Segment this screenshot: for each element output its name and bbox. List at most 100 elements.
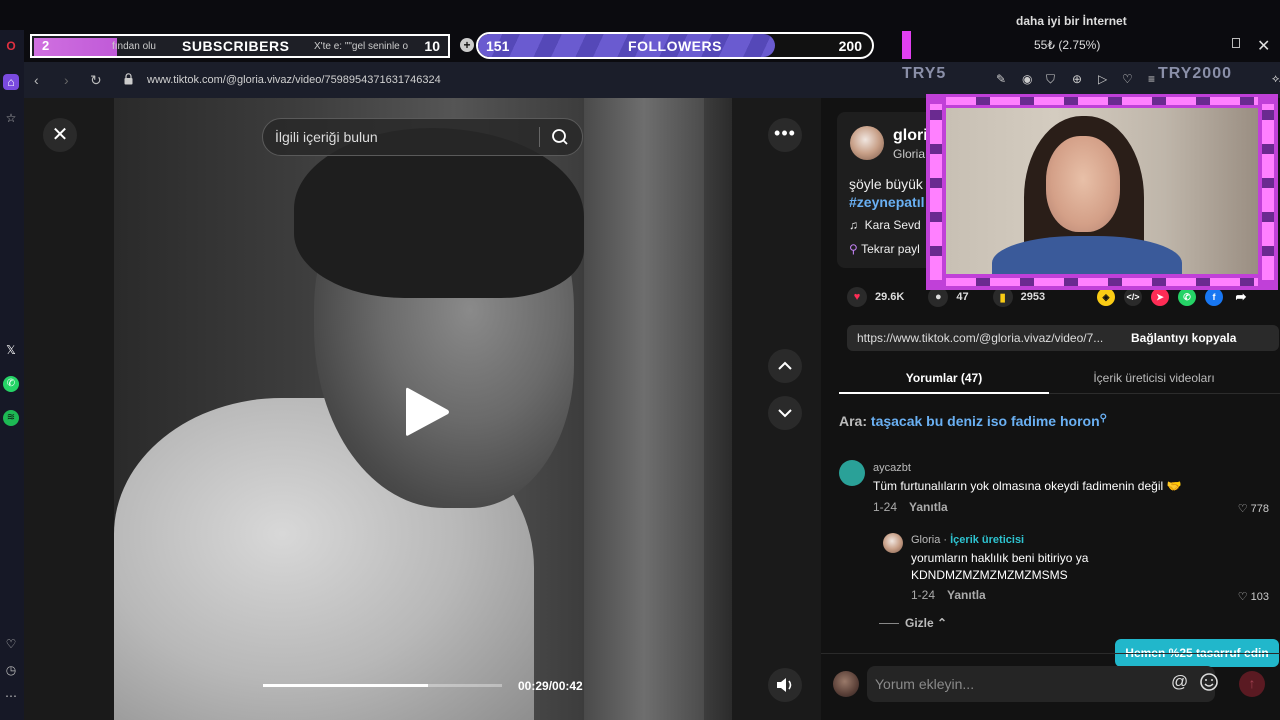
comment-button[interactable]: ● 47: [928, 287, 969, 307]
author-name[interactable]: glori: [893, 127, 928, 145]
repost-icon: ⚲: [849, 242, 862, 256]
menu-icon[interactable]: ≡: [1148, 72, 1155, 86]
video-link-text[interactable]: https://www.tiktok.com/@gloria.vivaz/vid…: [857, 331, 1119, 345]
x-icon[interactable]: 𝕏: [3, 342, 19, 358]
previous-video-button[interactable]: [768, 349, 802, 383]
screen: daha iyi bir İnternet 2 fından olu SUBSC…: [0, 0, 1280, 720]
volume-button[interactable]: [768, 668, 802, 702]
pin-icon[interactable]: ☆: [3, 110, 19, 126]
followers-goal-value: 200: [838, 38, 862, 54]
camera-icon[interactable]: ◉: [1022, 72, 1032, 86]
subscribers-count: 2: [42, 38, 50, 53]
reply-username[interactable]: Gloria · İçerik üreticisi: [911, 534, 1024, 546]
close-video-button[interactable]: ✕: [43, 118, 77, 152]
subscribers-label: SUBSCRIBERS: [182, 38, 290, 54]
video-player[interactable]: ✕ ••• 00:29/00:42: [24, 98, 821, 720]
reply-reply-button[interactable]: Yanıtla: [947, 588, 986, 602]
mention-icon[interactable]: @: [1171, 672, 1188, 692]
music-link[interactable]: ♫ Kara Sevd: [849, 218, 921, 232]
send-comment-button[interactable]: ↑: [1239, 671, 1265, 697]
author-subname: Gloria: [893, 147, 926, 161]
new-tab-button[interactable]: +: [460, 38, 474, 52]
reply-meta: 1-24 Yanıtla: [911, 588, 986, 602]
forward-icon[interactable]: ›: [64, 72, 69, 88]
history-icon[interactable]: ◷: [3, 662, 19, 678]
video-description: şöyle büyük: [849, 176, 923, 192]
browser-tab-1[interactable]: fından olu: [112, 41, 156, 52]
hashtag-link[interactable]: #zeynepatıl: [849, 194, 924, 210]
hide-replies-button[interactable]: Gizle ⌃: [879, 616, 947, 630]
music-note-icon: ♫: [849, 218, 865, 232]
save-count: 2953: [1020, 291, 1046, 303]
volume-icon: [777, 678, 792, 692]
reload-icon[interactable]: ↻: [90, 72, 102, 89]
ai-button[interactable]: ⟡AI: [1272, 73, 1280, 86]
reply-button[interactable]: Yanıtla: [909, 500, 948, 514]
chevron-up-icon: [778, 361, 792, 370]
commenter-avatar[interactable]: [839, 460, 865, 486]
url-text[interactable]: www.tiktok.com/@gloria.vivaz/video/75989…: [147, 74, 441, 86]
back-icon[interactable]: ‹: [34, 72, 39, 88]
whatsapp-share-icon[interactable]: ✆: [1178, 288, 1196, 306]
video-progress-bar[interactable]: [263, 684, 502, 687]
price-text: 55₺ (2.75%): [1034, 38, 1101, 52]
related-search-input[interactable]: [275, 127, 535, 147]
related-search-query[interactable]: taşacak bu deniz iso fadime horon: [871, 413, 1100, 429]
edit-icon[interactable]: ✎: [996, 72, 1006, 86]
webcam-frame-top: [946, 97, 1258, 105]
related-search[interactable]: Ara: taşacak bu deniz iso fadime horon⚲: [839, 413, 1107, 429]
video-time: 00:29/00:42: [518, 679, 583, 693]
home-icon[interactable]: ⌂: [3, 74, 19, 90]
close-window-icon[interactable]: ✕: [1257, 36, 1270, 56]
whatsapp-icon[interactable]: ✆: [3, 376, 19, 392]
share-send-icon[interactable]: ➤: [1151, 288, 1169, 306]
copy-link-button[interactable]: Bağlantıyı kopyala: [1131, 331, 1236, 345]
video-background-door: [584, 98, 704, 720]
embed-icon[interactable]: </>: [1124, 288, 1142, 306]
followers-label: FOLLOWERS: [628, 38, 722, 54]
tab-comments[interactable]: Yorumlar (47): [839, 364, 1049, 394]
reply-like-button[interactable]: ♡ 103: [1238, 590, 1269, 603]
reply-avatar[interactable]: [883, 533, 903, 553]
creator-badge: İçerik üreticisi: [950, 534, 1025, 546]
followers-goal: 151 FOLLOWERS 200: [476, 32, 874, 59]
search-icon[interactable]: [547, 125, 573, 149]
save-button[interactable]: ▮ 2953: [992, 287, 1046, 307]
chevron-up-icon: ⌃: [937, 616, 948, 630]
more-options-button[interactable]: •••: [768, 118, 802, 152]
comment-like-button[interactable]: ♡ 778: [1238, 502, 1269, 515]
tab-creator-videos[interactable]: İçerik üreticisi videoları: [1049, 364, 1259, 394]
chevron-down-icon: [778, 409, 792, 418]
next-video-button[interactable]: [768, 396, 802, 430]
repost-text: Tekrar payl: [861, 242, 920, 256]
webcam-overlay: [926, 94, 1278, 290]
browser-sidebar: O ⌂ ☆ 𝕏 ✆ ≋ ♡ ◷ ⋯: [0, 30, 24, 720]
more-sidebar-icon[interactable]: ⋯: [3, 688, 19, 704]
like-button[interactable]: ♥ 29.6K: [847, 287, 904, 307]
share-arrow-icon[interactable]: ➦: [1232, 288, 1250, 306]
comment-count: 47: [956, 291, 969, 303]
restore-window-icon[interactable]: [1232, 38, 1240, 48]
share-gift-icon[interactable]: ◈: [1097, 288, 1115, 306]
author-avatar[interactable]: [850, 126, 884, 160]
video-progress-fill: [263, 684, 428, 687]
address-bar: ‹ › ↻ www.tiktok.com/@gloria.vivaz/video…: [24, 62, 1280, 98]
favorites-icon[interactable]: ♡: [3, 636, 19, 652]
play-icon[interactable]: [402, 384, 452, 440]
opera-logo-icon[interactable]: O: [3, 38, 19, 54]
spotify-icon[interactable]: ≋: [3, 410, 19, 426]
webcam-frame-left: [930, 104, 942, 280]
related-search-prefix: Ara:: [839, 413, 868, 429]
commenter-username[interactable]: aycazbt: [873, 462, 911, 474]
translate-icon[interactable]: ⊕: [1072, 72, 1082, 86]
play-icon[interactable]: ▷: [1098, 72, 1107, 86]
heart-outline-icon: ♡: [1237, 591, 1251, 603]
shield-icon[interactable]: ⛉: [1046, 72, 1055, 87]
try5-label: TRY5: [902, 65, 947, 82]
search-small-icon: ⚲: [1099, 413, 1107, 424]
browser-tab-2[interactable]: X'te e: ""gel seninle o: [314, 41, 408, 52]
comment-input[interactable]: [875, 674, 1165, 694]
heart-icon[interactable]: ♡: [1122, 72, 1133, 86]
emoji-icon[interactable]: [1199, 672, 1219, 692]
facebook-share-icon[interactable]: f: [1205, 288, 1223, 306]
